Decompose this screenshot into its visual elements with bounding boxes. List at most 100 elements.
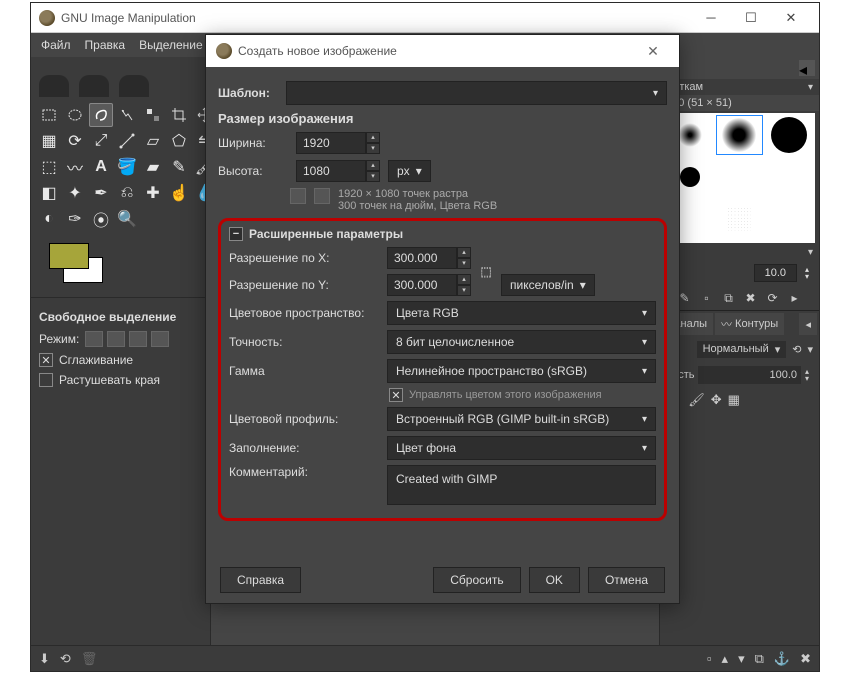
airbrush-tool[interactable]: ✦ xyxy=(63,181,87,205)
color-manage-checkbox[interactable]: ✕ xyxy=(389,388,403,402)
filter-by-tags[interactable]: меткам ▾ xyxy=(660,79,819,95)
res-x-input[interactable]: ▴▾ xyxy=(387,247,471,269)
reset-button[interactable]: Сбросить xyxy=(433,567,520,593)
help-button[interactable]: Справка xyxy=(220,567,301,593)
sb-dup-icon[interactable]: ⧉ xyxy=(755,651,764,667)
spacing-spinner[interactable]: ▴▾ xyxy=(801,266,813,280)
sb-layer-icon[interactable]: ▫ xyxy=(707,651,712,666)
sb-anchor-icon[interactable]: ⚓ xyxy=(774,651,790,667)
rect-select-tool[interactable] xyxy=(37,103,61,127)
height-input[interactable]: ▴▾ xyxy=(296,160,380,182)
mode-subtract-icon[interactable] xyxy=(129,331,147,347)
spin-down-icon[interactable]: ▾ xyxy=(366,143,380,154)
perspective-tool[interactable]: ⬠ xyxy=(167,129,191,153)
sb-refresh-icon[interactable]: ⟲ xyxy=(60,651,71,667)
portrait-icon[interactable] xyxy=(290,188,306,204)
warp-tool[interactable]: 〰 xyxy=(63,155,87,179)
crop-tool[interactable] xyxy=(167,103,191,127)
delete-icon[interactable]: ✖ xyxy=(743,290,759,306)
menu-edit[interactable]: Правка xyxy=(85,38,126,52)
res-unit-dropdown[interactable]: пикселов/in ▾ xyxy=(501,274,595,296)
sb-up-icon[interactable]: ▴ xyxy=(722,651,729,667)
opacity-spinner[interactable]: ▴▾ xyxy=(801,368,813,382)
comment-textarea[interactable]: Created with GIMP xyxy=(387,465,656,505)
brush-grid[interactable] xyxy=(664,113,815,243)
spin-down-icon[interactable]: ▾ xyxy=(366,171,380,182)
width-field[interactable] xyxy=(296,132,366,154)
clone-tool[interactable]: ⎌ xyxy=(115,181,139,205)
sb-del-icon[interactable]: ✖ xyxy=(800,651,811,667)
eraser-tool[interactable]: ◧ xyxy=(37,181,61,205)
scale-tool[interactable]: ⤢ xyxy=(89,129,113,153)
colorspace-dropdown[interactable]: Цвета RGB▾ xyxy=(387,301,656,325)
color-swatches[interactable] xyxy=(31,237,210,295)
sb-down-icon[interactable]: ▾ xyxy=(738,651,745,667)
shear-tool[interactable]: ▱ xyxy=(141,129,165,153)
align-tool[interactable]: ▦ xyxy=(37,129,61,153)
duplicate-icon[interactable]: ⧉ xyxy=(721,290,737,306)
mode-reset-icon[interactable]: ⟲ xyxy=(792,343,801,356)
brush-item[interactable] xyxy=(716,157,764,197)
lock-position-icon[interactable]: 🖌 xyxy=(688,392,705,408)
lock-visibility-icon[interactable]: ▦ xyxy=(728,392,740,408)
dock-configure-icon[interactable]: ◂ xyxy=(799,60,815,76)
dock-tab[interactable] xyxy=(119,75,149,97)
precision-dropdown[interactable]: 8 бит целочисленное▾ xyxy=(387,330,656,354)
menu-select[interactable]: Выделение xyxy=(139,38,203,52)
gradient-tool[interactable]: ▰ xyxy=(141,155,165,179)
res-y-input[interactable]: ▴▾ xyxy=(387,274,471,296)
ink-tool[interactable]: ✒ xyxy=(89,181,113,205)
free-select-tool[interactable] xyxy=(89,103,113,127)
mode-intersect-icon[interactable] xyxy=(151,331,169,347)
fg-color[interactable] xyxy=(49,243,89,269)
dialog-titlebar[interactable]: Создать новое изображение ✕ xyxy=(206,35,679,67)
chevron-down-icon[interactable]: ▾ xyxy=(807,343,813,356)
maximize-button[interactable]: ☐ xyxy=(731,4,771,32)
rotate-tool[interactable]: ⟳ xyxy=(63,129,87,153)
height-field[interactable] xyxy=(296,160,366,182)
fill-dropdown[interactable]: Цвет фона▾ xyxy=(387,436,656,460)
landscape-icon[interactable] xyxy=(314,188,330,204)
new-icon[interactable]: ▫ xyxy=(699,290,715,306)
dodge-tool[interactable]: ◐ xyxy=(37,207,61,231)
size-unit-dropdown[interactable]: px ▾ xyxy=(388,160,431,182)
cage-tool[interactable]: ⬚ xyxy=(37,155,61,179)
sb-download-icon[interactable]: ⬇ xyxy=(39,651,50,667)
brush-item[interactable] xyxy=(765,157,813,197)
refresh-icon[interactable]: ⟳ xyxy=(765,290,781,306)
path-tool[interactable]: ✑ xyxy=(63,207,87,231)
text-tool[interactable]: A xyxy=(89,155,113,179)
by-color-select-tool[interactable] xyxy=(141,103,165,127)
width-input[interactable]: ▴▾ xyxy=(296,132,380,154)
profile-dropdown[interactable]: Встроенный RGB (GIMP built-in sRGB)▾ xyxy=(387,407,656,431)
close-window-button[interactable]: ✕ xyxy=(771,4,811,32)
spin-up-icon[interactable]: ▴ xyxy=(366,160,380,171)
feather-checkbox[interactable] xyxy=(39,373,53,387)
spacing-value[interactable]: 10.0 xyxy=(754,264,797,282)
mode-add-icon[interactable] xyxy=(107,331,125,347)
open-icon[interactable]: ▸ xyxy=(787,290,803,306)
brush-item[interactable] xyxy=(765,115,813,155)
dock-tab[interactable] xyxy=(39,75,69,97)
collapse-toggle[interactable]: − xyxy=(229,227,243,241)
sb-delete-icon[interactable]: 🗑 xyxy=(81,651,98,667)
heal-tool[interactable]: ✚ xyxy=(141,181,165,205)
tab-paths[interactable]: 〰 Контуры xyxy=(715,313,784,335)
layer-mode-dropdown[interactable]: Нормальный ▾ xyxy=(697,341,787,358)
chain-link-icon[interactable]: ⬚ xyxy=(479,264,493,278)
brush-item[interactable] xyxy=(716,199,764,239)
lock-alpha-icon[interactable]: ✥ xyxy=(711,392,722,408)
cancel-button[interactable]: Отмена xyxy=(588,567,665,593)
dock-tab[interactable] xyxy=(79,75,109,97)
opacity-slider[interactable]: 100.0 xyxy=(698,366,801,384)
fuzzy-select-tool[interactable] xyxy=(115,103,139,127)
bucket-fill-tool[interactable]: 🪣 xyxy=(115,155,139,179)
spin-up-icon[interactable]: ▴ xyxy=(366,132,380,143)
main-titlebar[interactable]: GNU Image Manipulation ─ ☐ ✕ xyxy=(31,3,819,33)
filter-tags-bottom[interactable]: ▾ xyxy=(660,245,819,260)
gamma-dropdown[interactable]: Нелинейное пространство (sRGB)▾ xyxy=(387,359,656,383)
smudge-tool[interactable]: ☝ xyxy=(167,181,191,205)
menu-file[interactable]: Файл xyxy=(41,38,71,52)
ellipse-select-tool[interactable] xyxy=(63,103,87,127)
brush-item[interactable] xyxy=(716,115,764,155)
